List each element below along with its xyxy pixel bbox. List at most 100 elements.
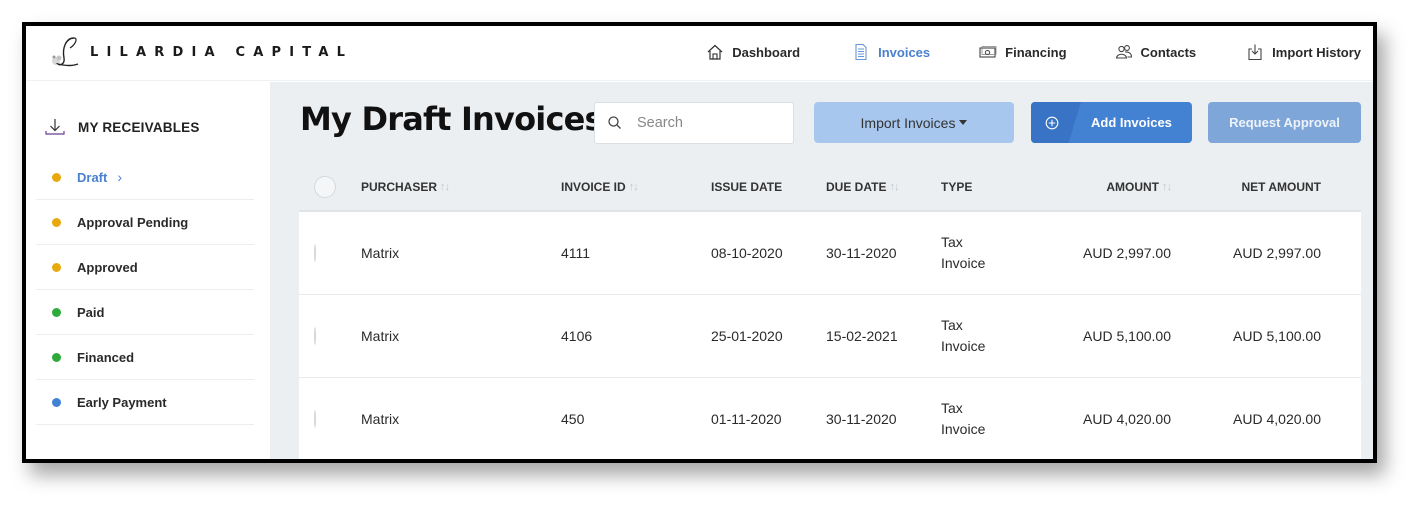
col-issue-date: ISSUE DATE <box>711 180 826 194</box>
type-line: Invoice <box>941 338 986 354</box>
sort-icon[interactable]: ↑↓ <box>440 181 450 193</box>
plus-circle-icon <box>1045 116 1059 130</box>
row-select-radio[interactable] <box>314 327 316 345</box>
import-invoices-button[interactable]: Import Invoices <box>814 102 1014 143</box>
type-line: Invoice <box>941 255 986 271</box>
col-purchaser[interactable]: PURCHASER ↑↓ <box>361 180 561 194</box>
script-l-logo-icon <box>48 34 84 70</box>
cell-issue-date: 08-10-2020 <box>711 245 783 261</box>
nav-invoices-label: Invoices <box>878 44 931 60</box>
select-all-radio[interactable] <box>314 176 336 198</box>
sidebar-item-approved[interactable]: Approved <box>36 245 254 290</box>
sidebar-item-label: Paid <box>77 304 105 320</box>
cell-type: Tax Invoice <box>941 398 1046 440</box>
sidebar-item-early-payment[interactable]: Early Payment <box>36 380 254 425</box>
chevron-right-icon: › <box>117 169 123 185</box>
col-invoice-id[interactable]: INVOICE ID ↑↓ <box>561 180 711 194</box>
search-box[interactable] <box>594 102 794 144</box>
document-icon <box>852 43 870 61</box>
nav-financing[interactable]: Financing <box>979 43 1067 61</box>
status-dot <box>52 307 61 317</box>
col-label: NET AMOUNT <box>1241 180 1321 194</box>
col-label: DUE DATE <box>826 180 887 194</box>
download-icon <box>44 116 66 138</box>
sort-icon[interactable]: ↑↓ <box>629 181 639 193</box>
cell-invoice-id: 4111 <box>561 245 591 261</box>
cell-invoice-id: 4106 <box>561 328 593 344</box>
nav-invoices[interactable]: Invoices <box>852 43 930 61</box>
col-label: AMOUNT <box>1106 180 1159 194</box>
select-all-cell <box>299 176 361 198</box>
cell-amount: AUD 2,997.00 <box>1083 245 1171 261</box>
col-type: TYPE <box>941 177 1046 198</box>
sidebar-item-label: Draft <box>77 169 108 185</box>
main-content: My Draft Invoices Import Invoices Add In… <box>270 82 1373 459</box>
cell-amount: AUD 5,100.00 <box>1083 328 1171 344</box>
sort-icon[interactable]: ↑↓ <box>889 181 899 193</box>
cell-amount: AUD 4,020.00 <box>1083 411 1171 427</box>
col-amount[interactable]: AMOUNT ↑↓ <box>1046 180 1172 194</box>
sidebar-item-label: Approval Pending <box>77 214 189 230</box>
request-approval-button[interactable]: Request Approval <box>1208 102 1361 143</box>
sidebar-item-draft[interactable]: Draft › <box>36 155 254 200</box>
sidebar-header: MY RECEIVABLES <box>44 116 200 138</box>
import-invoices-label: Import Invoices <box>860 114 956 131</box>
col-label: PURCHASER <box>361 180 438 194</box>
add-invoices-button[interactable]: Add Invoices <box>1031 102 1192 143</box>
sort-icon[interactable]: ↑↓ <box>1162 181 1172 193</box>
cell-issue-date: 01-11-2020 <box>711 411 782 427</box>
col-net-amount: NET AMOUNT <box>1171 180 1341 194</box>
status-dot <box>52 352 61 362</box>
row-select-cell <box>299 327 361 345</box>
table-row[interactable]: Matrix 450 01-11-2020 30-11-2020 Tax Invo… <box>299 378 1361 459</box>
app-window: LILARDIA CAPITAL Dashboard Invoices Fina… <box>22 22 1377 463</box>
type-line: Tax <box>941 400 963 416</box>
row-select-cell <box>299 410 361 428</box>
sidebar-item-financed[interactable]: Financed <box>36 335 254 380</box>
cell-net-amount: AUD 4,020.00 <box>1233 411 1321 427</box>
col-due-date[interactable]: DUE DATE ↑↓ <box>826 180 941 194</box>
cell-issue-date: 25-01-2020 <box>711 328 783 344</box>
sidebar-title: MY RECEIVABLES <box>78 119 200 135</box>
cell-due-date: 15-02-2021 <box>826 328 898 344</box>
caret-down-icon <box>959 120 968 125</box>
nav-import-history[interactable]: Import History <box>1246 43 1361 61</box>
search-input[interactable] <box>637 115 777 131</box>
col-label: INVOICE ID <box>561 180 626 194</box>
cell-type: Tax Invoice <box>941 315 1046 357</box>
sidebar-item-approval-pending[interactable]: Approval Pending <box>36 200 254 245</box>
request-approval-label: Request Approval <box>1229 115 1340 130</box>
table-row[interactable]: Matrix 4111 08-10-2020 30-11-2020 Tax Inv… <box>299 212 1361 295</box>
sidebar-item-label: Approved <box>77 259 138 275</box>
type-line: Tax <box>941 234 963 250</box>
table-header: PURCHASER ↑↓ INVOICE ID ↑↓ ISSUE DATE DU… <box>299 164 1361 212</box>
sidebar-item-paid[interactable]: Paid <box>36 290 254 335</box>
page-title: My Draft Invoices <box>300 100 604 138</box>
cash-icon <box>979 43 997 61</box>
main-nav: Dashboard Invoices Financing Contacts Im… <box>706 26 1373 78</box>
cell-due-date: 30-11-2020 <box>826 411 897 427</box>
brand-logo[interactable]: LILARDIA CAPITAL <box>48 34 353 70</box>
cell-purchaser: Matrix <box>361 245 400 261</box>
sidebar-item-label: Early Payment <box>77 394 167 410</box>
top-navbar: LILARDIA CAPITAL Dashboard Invoices Fina… <box>26 26 1373 81</box>
sidebar: MY RECEIVABLES Draft › Approval Pending … <box>26 82 270 459</box>
row-select-radio[interactable] <box>314 410 316 428</box>
nav-import-history-label: Import History <box>1272 44 1361 60</box>
nav-contacts[interactable]: Contacts <box>1115 43 1197 61</box>
nav-contacts-label: Contacts <box>1140 44 1197 60</box>
status-dot <box>52 397 61 407</box>
cell-purchaser: Matrix <box>361 411 400 427</box>
row-select-cell <box>299 244 361 262</box>
invoices-table: PURCHASER ↑↓ INVOICE ID ↑↓ ISSUE DATE DU… <box>299 164 1361 459</box>
table-body: Matrix 4111 08-10-2020 30-11-2020 Tax Inv… <box>299 212 1361 459</box>
status-dot <box>52 217 61 227</box>
status-filter-list: Draft › Approval Pending Approved Paid F… <box>36 155 254 425</box>
cell-net-amount: AUD 2,997.00 <box>1233 245 1321 261</box>
col-label: ISSUE DATE <box>711 180 783 194</box>
add-invoices-label: Add Invoices <box>1091 115 1172 130</box>
cell-purchaser: Matrix <box>361 328 400 344</box>
nav-dashboard[interactable]: Dashboard <box>706 43 800 61</box>
row-select-radio[interactable] <box>314 244 316 262</box>
table-row[interactable]: Matrix 4106 25-01-2020 15-02-2021 Tax Inv… <box>299 295 1361 378</box>
